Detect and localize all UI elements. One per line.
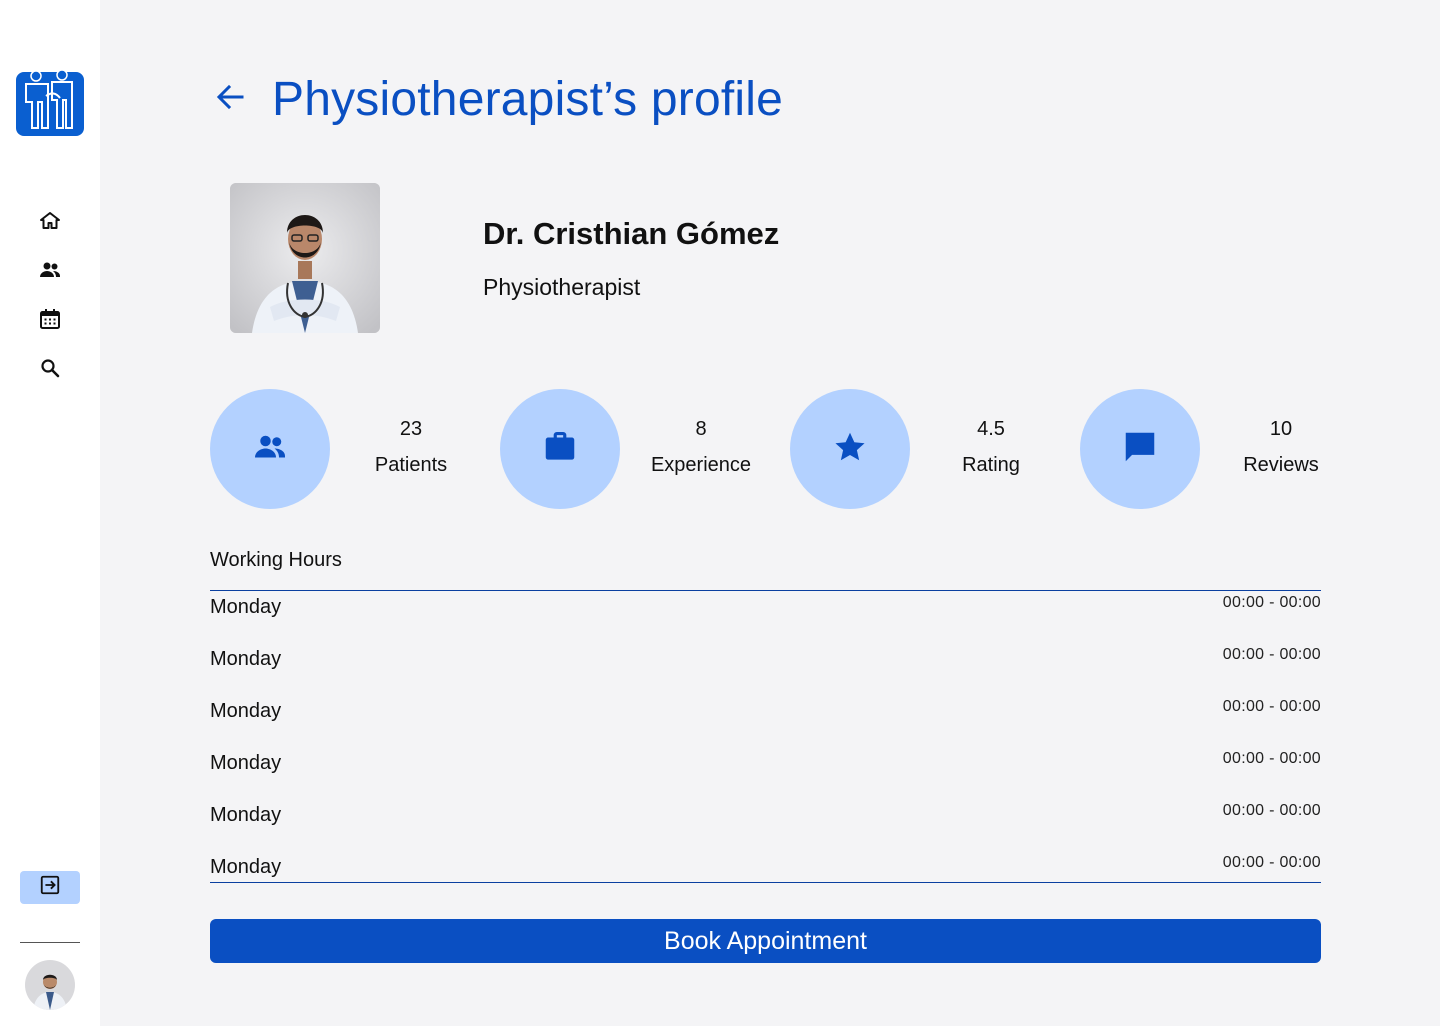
day-label: Monday bbox=[210, 804, 282, 826]
logout-icon bbox=[39, 874, 61, 901]
doctor-name: Dr. Cristhian Gómez bbox=[483, 216, 780, 251]
home-icon[interactable] bbox=[38, 209, 62, 233]
sidebar bbox=[0, 0, 100, 1026]
stat-rating: 4.5 Rating bbox=[926, 418, 1056, 477]
profile-photo bbox=[230, 183, 380, 333]
user-avatar[interactable] bbox=[25, 960, 75, 1010]
working-hours-bottom-divider bbox=[210, 882, 1321, 883]
working-hours-row: Monday 00:00 - 00:00 bbox=[210, 695, 1321, 747]
working-hours-row: Monday 00:00 - 00:00 bbox=[210, 851, 1321, 903]
doctor-role: Physiotherapist bbox=[483, 274, 641, 300]
day-label: Monday bbox=[210, 596, 282, 618]
briefcase-icon bbox=[541, 428, 579, 471]
search-icon[interactable] bbox=[38, 356, 62, 380]
stat-value: 8 bbox=[695, 418, 707, 440]
stat-value: 4.5 bbox=[977, 418, 1005, 440]
app-logo[interactable] bbox=[16, 69, 84, 138]
day-label: Monday bbox=[210, 752, 282, 774]
chat-icon bbox=[1121, 428, 1159, 471]
back-button[interactable] bbox=[212, 80, 248, 116]
stat-value: 10 bbox=[1269, 418, 1293, 440]
stat-experience-badge bbox=[500, 389, 620, 509]
logout-button[interactable] bbox=[20, 871, 80, 904]
stat-rating-badge bbox=[790, 389, 910, 509]
stat-patients: 23 Patients bbox=[346, 418, 476, 477]
stat-reviews: 10 Reviews bbox=[1216, 418, 1346, 477]
stat-reviews-badge bbox=[1080, 389, 1200, 509]
stat-label: Reviews bbox=[1243, 454, 1319, 476]
time-range: 00:00 - 00:00 bbox=[1222, 646, 1321, 663]
working-hours-row: Monday 00:00 - 00:00 bbox=[210, 591, 1321, 643]
time-range: 00:00 - 00:00 bbox=[1222, 594, 1321, 611]
stat-label: Experience bbox=[650, 454, 752, 476]
page-title: Physiotherapist’s profile bbox=[272, 73, 784, 126]
stat-experience: 8 Experience bbox=[636, 418, 766, 477]
day-label: Monday bbox=[210, 856, 282, 878]
time-range: 00:00 - 00:00 bbox=[1222, 750, 1321, 767]
day-label: Monday bbox=[210, 700, 282, 722]
working-hours-title: Working Hours bbox=[210, 549, 342, 571]
working-hours-row: Monday 00:00 - 00:00 bbox=[210, 747, 1321, 799]
time-range: 00:00 - 00:00 bbox=[1222, 854, 1321, 871]
arrow-left-icon bbox=[212, 84, 248, 120]
book-appointment-button[interactable]: Book Appointment bbox=[210, 919, 1321, 963]
stat-label: Patients bbox=[374, 454, 448, 476]
time-range: 00:00 - 00:00 bbox=[1222, 698, 1321, 715]
time-range: 00:00 - 00:00 bbox=[1222, 802, 1321, 819]
people-icon bbox=[252, 429, 288, 470]
stat-patients-badge bbox=[210, 389, 330, 509]
working-hours-row: Monday 00:00 - 00:00 bbox=[210, 643, 1321, 695]
people-icon[interactable] bbox=[38, 258, 62, 282]
stat-label: Rating bbox=[962, 454, 1020, 476]
day-label: Monday bbox=[210, 648, 282, 670]
star-icon bbox=[832, 429, 868, 470]
stat-value: 23 bbox=[399, 418, 423, 440]
working-hours-row: Monday 00:00 - 00:00 bbox=[210, 799, 1321, 851]
sidebar-divider bbox=[20, 942, 80, 943]
calendar-icon[interactable] bbox=[38, 307, 62, 331]
working-hours-list: Monday 00:00 - 00:00 Monday 00:00 - 00:0… bbox=[210, 591, 1321, 903]
